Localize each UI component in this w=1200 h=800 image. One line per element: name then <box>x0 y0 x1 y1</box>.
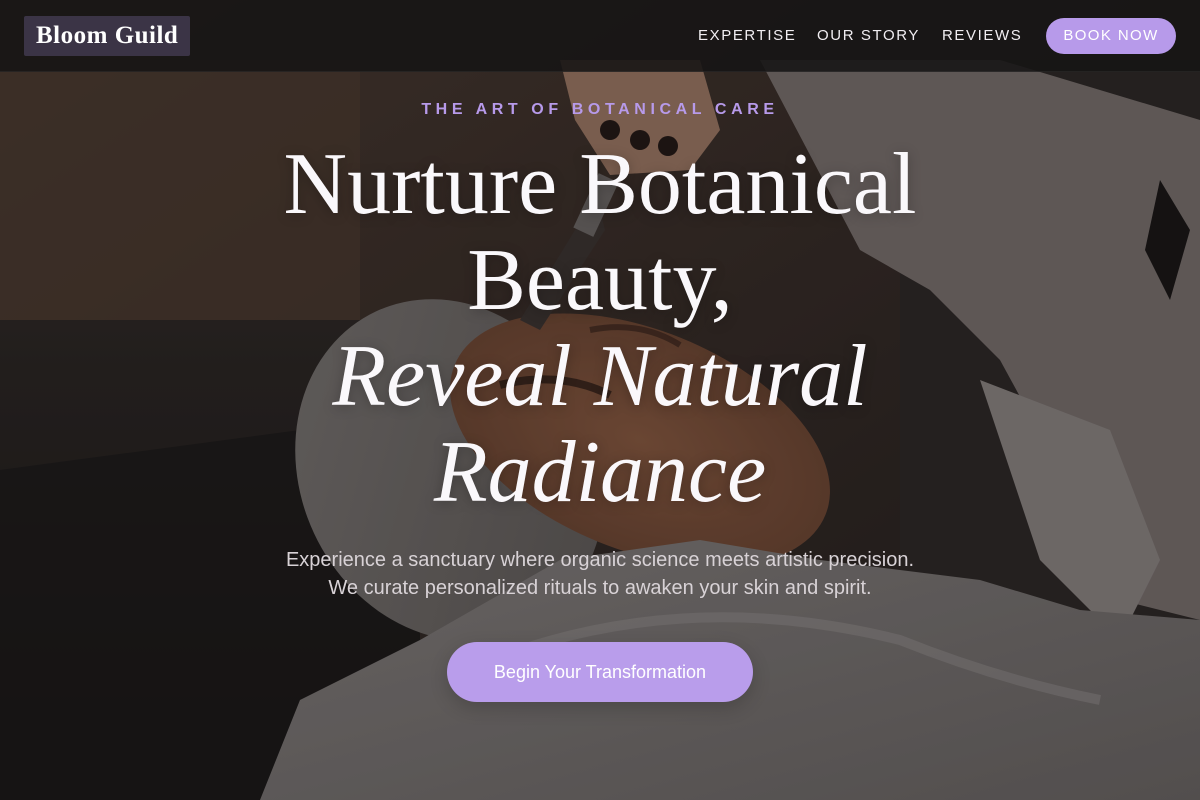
hero-section: Bloom Guild EXPERTISE OUR STORY REVIEWS … <box>0 0 1200 800</box>
site-header: Bloom Guild EXPERTISE OUR STORY REVIEWS … <box>0 0 1200 72</box>
hero-subtext: Experience a sanctuary where organic sci… <box>0 546 1200 602</box>
headline-line-4: Radiance <box>433 424 767 521</box>
hero-eyebrow: THE ART OF BOTANICAL CARE <box>421 101 779 118</box>
begin-transformation-button[interactable]: Begin Your Transformation <box>447 642 753 702</box>
nav-link-our-story[interactable]: OUR STORY <box>817 26 920 46</box>
nav-link-reviews[interactable]: REVIEWS <box>942 26 1022 46</box>
headline-line-2: Beauty, <box>467 232 733 329</box>
subtext-line-1: Experience a sanctuary where organic sci… <box>285 549 915 571</box>
book-now-button[interactable]: BOOK NOW <box>1046 18 1176 54</box>
headline-line-3: Reveal Natural <box>332 328 868 425</box>
hero-headline: Nurture Botanical Beauty, Reveal Natural… <box>0 137 1200 521</box>
nav-link-expertise[interactable]: EXPERTISE <box>698 26 796 46</box>
subtext-line-2: We curate personalized rituals to awaken… <box>328 577 872 599</box>
headline-line-1: Nurture Botanical <box>283 136 917 233</box>
brand-logo[interactable]: Bloom Guild <box>24 16 191 56</box>
